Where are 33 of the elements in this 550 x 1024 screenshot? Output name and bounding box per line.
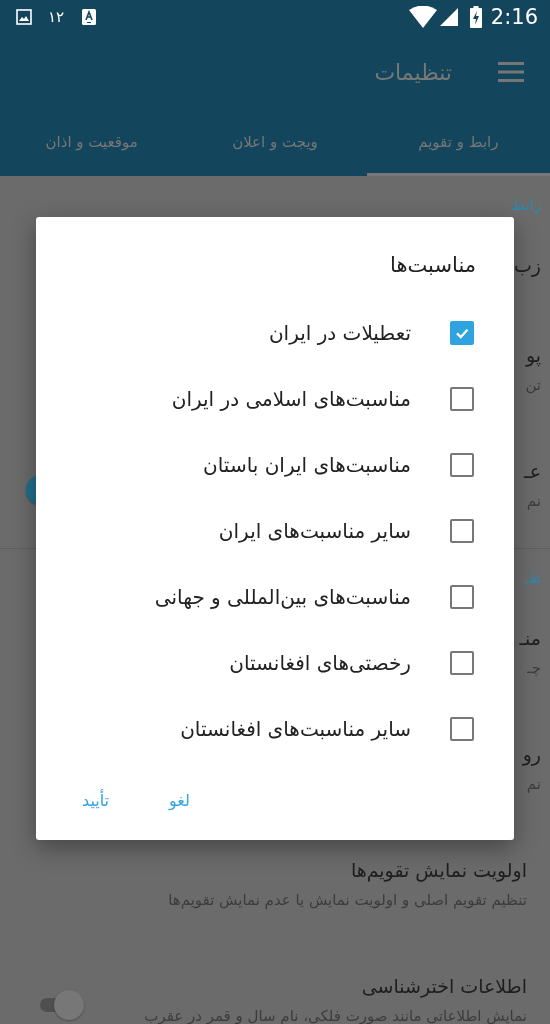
setting-title: رو [522, 742, 541, 768]
checkbox[interactable] [450, 651, 474, 675]
setting-title: منـ [519, 626, 541, 651]
setting-title: اطلاعات اخترشناسی [361, 974, 527, 1000]
option-label[interactable]: تعطیلات در ایران [268, 321, 411, 345]
clock: 2:16 [490, 5, 538, 29]
option-label[interactable]: سایر مناسبت‌های ایران [218, 519, 411, 543]
battery-icon [469, 6, 482, 28]
option-label[interactable]: مناسبت‌های ایران باستان [203, 453, 411, 477]
setting-title: زب [513, 253, 541, 279]
checkbox[interactable] [450, 519, 474, 543]
option-label[interactable]: سایر مناسبت‌های افغانستان [180, 717, 411, 741]
checkbox[interactable] [450, 321, 474, 345]
wifi-icon [408, 6, 437, 28]
setting-title: عـ [524, 459, 541, 484]
option-label[interactable]: رخصتی‌های افغانستان [229, 651, 411, 675]
checkbox[interactable] [450, 717, 474, 741]
notification-count: ۱۲ [48, 8, 65, 26]
section-header: رابط [511, 195, 541, 215]
picture-icon [16, 9, 32, 25]
checkbox[interactable] [450, 585, 474, 609]
checkbox[interactable] [450, 453, 474, 477]
checkbox[interactable] [450, 387, 474, 411]
keyboard-icon [82, 9, 97, 25]
option-label[interactable]: مناسبت‌های اسلامی در ایران [171, 387, 411, 411]
section-header: تقـ [524, 568, 541, 588]
setting-title: اولویت نمایش تقویم‌ها [350, 858, 527, 884]
signal-icon [439, 8, 458, 26]
option-label[interactable]: مناسبت‌های بین‌المللی و جهانی [154, 585, 411, 609]
app-title: تنظیمات [374, 59, 452, 85]
menu-icon[interactable] [498, 62, 524, 82]
dialog-title: مناسبت‌ها [389, 252, 476, 279]
setting-title: پو [525, 343, 541, 369]
